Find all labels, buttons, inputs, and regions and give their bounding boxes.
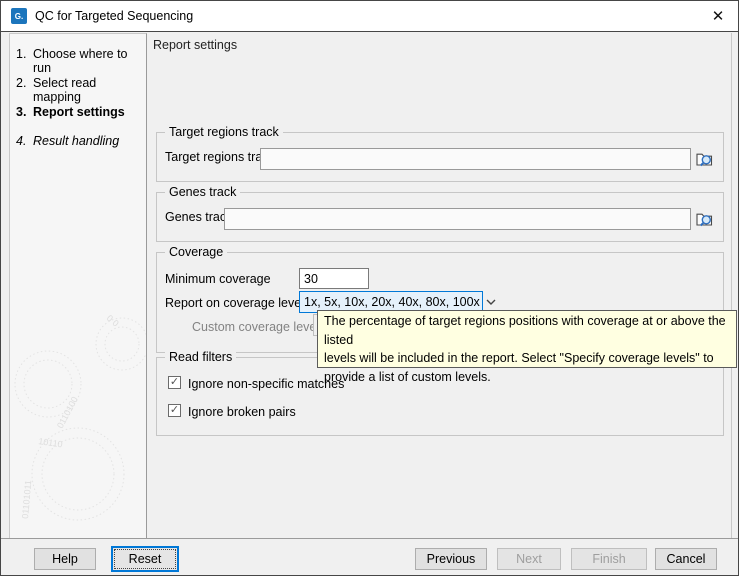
step-label: Result handling xyxy=(33,134,119,148)
panel-header: Report settings xyxy=(153,38,237,52)
step-label: Select read mapping xyxy=(33,76,144,104)
help-button[interactable]: Help xyxy=(34,548,96,570)
check-icon: ✓ xyxy=(170,405,179,416)
wizard-step-report-settings: 3. Report settings xyxy=(10,104,146,133)
step-number: 2. xyxy=(16,76,33,90)
title-bar: G. QC for Targeted Sequencing ✕ xyxy=(1,1,738,32)
tooltip-line: levels will be included in the report. S… xyxy=(324,349,730,368)
step-number: 3. xyxy=(16,105,33,119)
wizard-step-result-handling: 4. Result handling xyxy=(10,133,146,162)
folder-search-icon xyxy=(695,210,715,229)
group-title: Genes track xyxy=(165,185,240,199)
coverage-levels-label: Report on coverage levels xyxy=(165,296,310,310)
reset-button-label: Reset xyxy=(129,552,162,566)
genes-track-browse-button[interactable] xyxy=(694,208,716,230)
wizard-step-choose-where-to-run: 1. Choose where to run xyxy=(10,46,146,75)
folder-search-icon xyxy=(695,150,715,169)
svg-text:01101011: 01101011 xyxy=(20,480,33,519)
svg-text:10110: 10110 xyxy=(38,436,64,449)
minimum-coverage-label: Minimum coverage xyxy=(165,272,271,286)
window-title: QC for Targeted Sequencing xyxy=(35,9,193,23)
wizard-sidebar: 1. Choose where to run 2. Select read ma… xyxy=(9,33,147,540)
target-regions-browse-button[interactable] xyxy=(694,148,716,170)
step-label: Choose where to run xyxy=(33,47,144,75)
svg-text:0110100: 0110100 xyxy=(55,395,80,430)
genes-track-label: Genes track xyxy=(165,210,232,224)
close-icon: ✕ xyxy=(712,7,725,25)
ignore-broken-pairs-checkbox[interactable]: ✓ xyxy=(168,404,181,417)
group-title: Coverage xyxy=(165,245,227,259)
cancel-button[interactable]: Cancel xyxy=(655,548,717,570)
ignore-broken-pairs-label: Ignore broken pairs xyxy=(188,405,296,419)
target-regions-input[interactable] xyxy=(260,148,691,170)
wizard-steps: 1. Choose where to run 2. Select read ma… xyxy=(10,34,146,162)
coverage-levels-tooltip: The percentage of target regions positio… xyxy=(317,310,737,368)
genes-track-input[interactable] xyxy=(224,208,691,230)
genes-track-group: Genes track Genes track xyxy=(156,192,724,242)
ignore-non-specific-matches-checkbox[interactable]: ✓ xyxy=(168,376,181,389)
svg-text:0 0: 0 0 xyxy=(105,313,121,329)
group-title: Read filters xyxy=(165,350,236,364)
next-button[interactable]: Next xyxy=(497,548,561,570)
previous-button[interactable]: Previous xyxy=(415,548,487,570)
qc-dialog-window: G. QC for Targeted Sequencing ✕ 1. Choos… xyxy=(0,0,739,576)
target-regions-group: Target regions track Target regions trac… xyxy=(156,132,724,182)
spiral-watermark: 0110100 0 0 01101011 10110 xyxy=(10,289,147,539)
custom-coverage-levels-label: Custom coverage levels xyxy=(192,320,307,334)
ignore-non-specific-matches-label: Ignore non-specific matches xyxy=(188,377,344,391)
group-title: Target regions track xyxy=(165,125,283,139)
minimum-coverage-input[interactable] xyxy=(299,268,369,289)
coverage-levels-value: 1x, 5x, 10x, 20x, 40x, 80x, 100x xyxy=(304,295,480,309)
finish-button[interactable]: Finish xyxy=(571,548,647,570)
reset-button[interactable]: Reset xyxy=(111,546,179,572)
check-icon: ✓ xyxy=(170,377,179,388)
app-icon: G. xyxy=(11,8,27,24)
tooltip-line: provide a list of custom levels. xyxy=(324,368,730,387)
close-button[interactable]: ✕ xyxy=(702,1,734,31)
step-number: 4. xyxy=(16,134,33,148)
wizard-step-select-read-mapping: 2. Select read mapping xyxy=(10,75,146,104)
step-label: Report settings xyxy=(33,105,125,119)
tooltip-line: The percentage of target regions positio… xyxy=(324,312,730,349)
chevron-down-icon xyxy=(486,299,496,305)
target-regions-label: Target regions track xyxy=(165,150,275,164)
step-number: 1. xyxy=(16,47,33,61)
